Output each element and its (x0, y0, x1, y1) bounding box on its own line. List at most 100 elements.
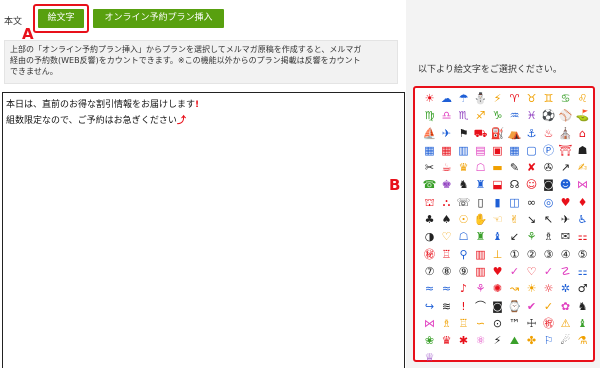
emoji-icon[interactable]: ◙ (540, 176, 557, 193)
emoji-icon[interactable]: ♑ (489, 107, 506, 124)
emoji-icon[interactable]: ④ (557, 246, 574, 263)
emoji-icon[interactable]: ☎ (421, 176, 438, 193)
emoji-icon[interactable]: ♨ (540, 125, 557, 142)
emoji-icon[interactable]: ▦ (438, 142, 455, 159)
emoji-icon[interactable]: ⊥ (489, 246, 506, 263)
emoji-icon[interactable]: ♝ (574, 315, 591, 332)
emoji-icon[interactable]: ⊙ (489, 315, 506, 332)
emoji-icon[interactable]: ◙ (489, 298, 506, 315)
emoji-icon[interactable]: ♕ (421, 349, 438, 366)
emoji-icon[interactable]: ▣ (489, 142, 506, 159)
emoji-icon[interactable]: ◫ (506, 194, 523, 211)
emoji-icon[interactable]: ♞ (455, 176, 472, 193)
emoji-icon[interactable]: ⚾ (557, 107, 574, 124)
emoji-icon[interactable]: ▢ (523, 142, 540, 159)
emoji-icon[interactable]: ♏ (455, 107, 472, 124)
emoji-icon[interactable]: ⌚ (506, 298, 523, 315)
emoji-icon[interactable]: ▥ (472, 263, 489, 280)
emoji-icon[interactable]: ♈ (506, 90, 523, 107)
insert-plan-button[interactable]: オンライン予約プラン挿入 (93, 9, 224, 28)
emoji-icon[interactable]: ☼ (540, 280, 557, 297)
emoji-icon[interactable]: ▥ (472, 246, 489, 263)
emoji-icon[interactable]: ☻ (557, 176, 574, 193)
emoji-icon[interactable]: ▬ (489, 159, 506, 176)
emoji-icon[interactable]: ♖ (455, 315, 472, 332)
emoji-icon[interactable]: ♪ (455, 280, 472, 297)
emoji-icon[interactable]: ♛ (455, 159, 472, 176)
emoji-icon[interactable]: ♝ (489, 228, 506, 245)
emoji-icon[interactable]: ♡ (523, 263, 540, 280)
emoji-icon[interactable]: ⋈ (574, 176, 591, 193)
emoji-icon[interactable]: Ⓟ (540, 142, 557, 159)
emoji-icon[interactable]: ∽ (472, 315, 489, 332)
emoji-icon[interactable]: ♚ (438, 176, 455, 193)
emoji-icon[interactable]: ⚠ (557, 315, 574, 332)
emoji-icon[interactable]: ⚓ (523, 125, 540, 142)
emoji-icon[interactable]: ✱ (455, 332, 472, 349)
emoji-icon[interactable]: ㊙ (421, 246, 438, 263)
body-textarea[interactable]: 本日は、直前のお得な割引情報をお届けします! 組数限定なので、ご予約はお急ぎくだ… (2, 92, 405, 368)
emoji-icon[interactable]: ♛ (438, 332, 455, 349)
emoji-icon[interactable]: ⚗ (574, 332, 591, 349)
emoji-icon[interactable]: ♗ (540, 228, 557, 245)
emoji-icon[interactable]: ♉ (523, 90, 540, 107)
emoji-icon[interactable]: ♌ (574, 90, 591, 107)
emoji-icon[interactable]: ☀ (421, 90, 438, 107)
emoji-icon[interactable]: ☖ (455, 228, 472, 245)
emoji-icon[interactable]: ☖ (472, 159, 489, 176)
emoji-icon[interactable]: ⚘ (472, 280, 489, 297)
emoji-icon[interactable]: ▦ (506, 142, 523, 159)
emoji-icon[interactable]: ▮ (489, 194, 506, 211)
emoji-icon[interactable]: ✎ (506, 159, 523, 176)
emoji-icon[interactable]: ✍ (574, 159, 591, 176)
emoji-icon[interactable]: ☗ (574, 142, 591, 159)
emoji-icon[interactable]: ◑ (421, 228, 438, 245)
emoji-icon[interactable]: ✉ (557, 228, 574, 245)
emoji-icon[interactable]: ◎ (540, 194, 557, 211)
emoji-icon[interactable]: ♜ (472, 228, 489, 245)
emoji-icon[interactable]: ⛳ (574, 107, 591, 124)
emoji-icon[interactable]: ⚐ (540, 332, 557, 349)
emoji-icon[interactable]: ⋈ (421, 315, 438, 332)
emoji-icon[interactable]: ♜ (472, 176, 489, 193)
emoji-icon[interactable]: ⚏ (574, 263, 591, 280)
emoji-icon[interactable]: ⚛ (472, 332, 489, 349)
emoji-icon[interactable]: ♿ (574, 211, 591, 228)
emoji-icon[interactable]: ⚏ (574, 228, 591, 245)
emoji-icon[interactable]: ✈ (438, 125, 455, 142)
emoji-icon[interactable]: ♠ (438, 211, 455, 228)
emoji-icon[interactable]: ♓ (523, 107, 540, 124)
emoji-icon[interactable]: ♡ (438, 228, 455, 245)
emoji-icon[interactable]: ⑦ (421, 263, 438, 280)
emoji-icon[interactable]: ↙ (506, 228, 523, 245)
emoji-icon[interactable]: ✘ (523, 159, 540, 176)
emoji-icon[interactable]: ♐ (472, 107, 489, 124)
emoji-icon[interactable]: ☊ (506, 176, 523, 193)
emoji-icon[interactable]: ✇ (540, 159, 557, 176)
emoji-icon[interactable]: ♂ (574, 280, 591, 297)
emoji-icon[interactable]: ✋ (472, 211, 489, 228)
emoji-icon[interactable]: ⌂ (574, 125, 591, 142)
emoji-icon[interactable]: ♊ (540, 90, 557, 107)
emoji-icon[interactable]: ⚡ (489, 90, 506, 107)
emoji-icon[interactable]: ♖ (438, 246, 455, 263)
emoji-icon[interactable]: ▯ (472, 194, 489, 211)
emoji-icon[interactable]: ⌒ (472, 298, 489, 315)
emoji-icon[interactable]: ☩ (523, 315, 540, 332)
emoji-icon[interactable]: ♥ (557, 194, 574, 211)
emoji-icon[interactable]: ♥ (489, 263, 506, 280)
emoji-icon[interactable]: ▥ (455, 142, 472, 159)
emoji-icon[interactable]: ↖ (540, 211, 557, 228)
emoji-icon[interactable]: ☂ (455, 90, 472, 107)
emoji-icon[interactable]: ↪ (421, 298, 438, 315)
emoji-icon[interactable]: ✓ (506, 263, 523, 280)
emoji-icon[interactable]: ☉ (455, 211, 472, 228)
emoji-icon[interactable]: ⚡ (489, 332, 506, 349)
emoji-icon[interactable]: ⛰ (506, 332, 523, 349)
emoji-icon[interactable]: ✓ (540, 298, 557, 315)
emoji-icon[interactable]: ⛟ (472, 125, 489, 142)
emoji-icon[interactable]: ≈ (421, 280, 438, 297)
emoji-icon[interactable]: ⑤ (574, 246, 591, 263)
emoji-icon[interactable]: ① (506, 246, 523, 263)
emoji-icon[interactable]: ⛬ (438, 194, 455, 211)
